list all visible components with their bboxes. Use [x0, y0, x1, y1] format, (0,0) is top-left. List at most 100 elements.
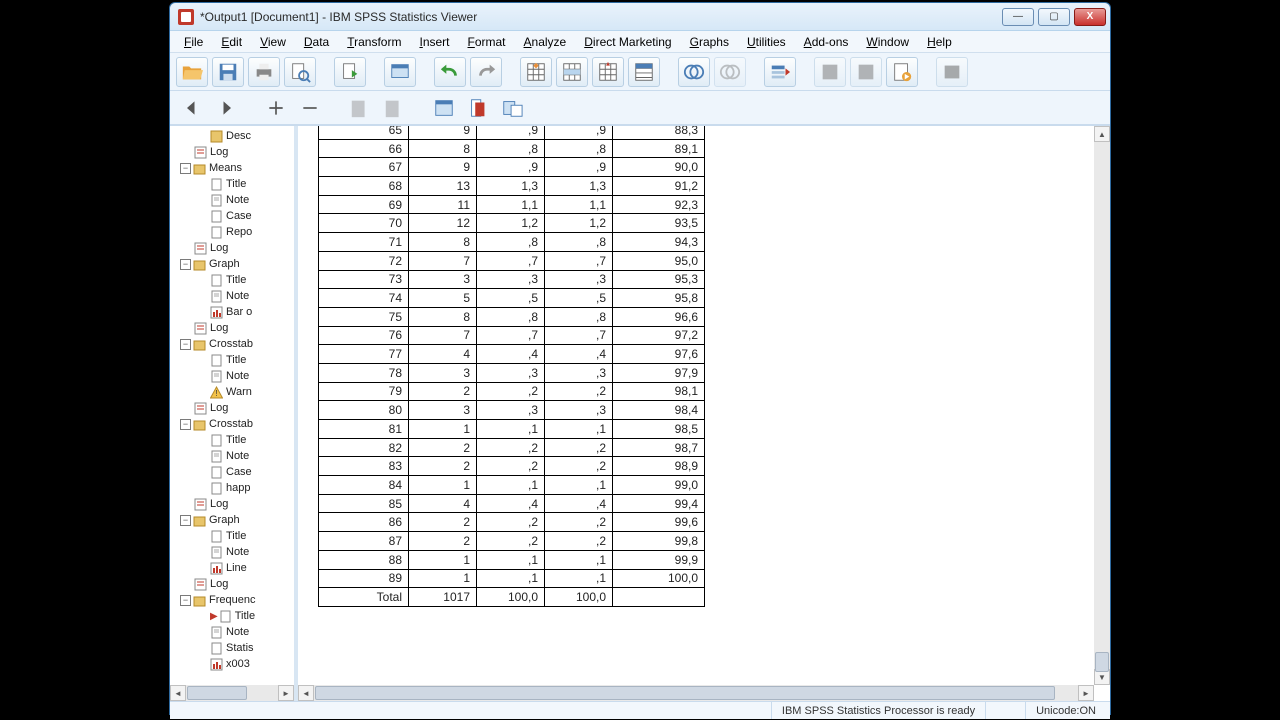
insert-text-button[interactable] — [850, 57, 882, 87]
title-bar[interactable]: *Output1 [Document1] - IBM SPSS Statisti… — [170, 3, 1110, 31]
tree-item[interactable]: Note — [172, 368, 294, 384]
open-button[interactable] — [176, 57, 208, 87]
tree-twist-icon[interactable]: − — [180, 259, 191, 270]
goto-case-button[interactable] — [556, 57, 588, 87]
insert-button[interactable] — [498, 95, 526, 121]
tree-item[interactable]: ▶Title — [172, 608, 294, 624]
select-last-button[interactable] — [714, 57, 746, 87]
output-hscrollbar[interactable]: ◄ ► — [298, 685, 1094, 701]
tree-item[interactable]: −Crosstab — [172, 336, 294, 352]
tree-twist-icon[interactable]: − — [180, 595, 191, 606]
table-row: 718,8,894,3 — [319, 233, 705, 252]
menu-view[interactable]: View — [252, 33, 294, 51]
menu-window[interactable]: Window — [858, 33, 917, 51]
insert-title-button[interactable] — [814, 57, 846, 87]
expand-button[interactable] — [346, 95, 374, 121]
tree-item[interactable]: Note — [172, 624, 294, 640]
tree-item[interactable]: Title — [172, 528, 294, 544]
print-button[interactable] — [248, 57, 280, 87]
back-button[interactable] — [178, 95, 206, 121]
designate-window-button[interactable] — [936, 57, 968, 87]
tree-item[interactable]: Log — [172, 320, 294, 336]
tree-item[interactable]: Log — [172, 240, 294, 256]
minimize-button[interactable]: — — [1002, 8, 1034, 26]
tree-item[interactable]: −Graph — [172, 256, 294, 272]
tree-item[interactable]: Note — [172, 192, 294, 208]
menu-analyze[interactable]: Analyze — [516, 33, 575, 51]
tree-item[interactable]: Note — [172, 544, 294, 560]
tree-item[interactable]: Title — [172, 272, 294, 288]
outline-pane[interactable]: DescLog−MeansTitleNoteCaseRepoLog−GraphT… — [170, 126, 298, 701]
recall-dialog-button[interactable] — [384, 57, 416, 87]
demote-button[interactable] — [296, 95, 324, 121]
redo-button[interactable] — [470, 57, 502, 87]
tree-item[interactable]: Log — [172, 576, 294, 592]
menu-utilities[interactable]: Utilities — [739, 33, 794, 51]
tree-twist-icon[interactable]: − — [180, 163, 191, 174]
tree-item[interactable]: !Warn — [172, 384, 294, 400]
tree-item[interactable]: Log — [172, 496, 294, 512]
tree-twist-icon[interactable]: − — [180, 419, 191, 430]
tree-item[interactable]: Case — [172, 464, 294, 480]
tree-item[interactable]: Statis — [172, 640, 294, 656]
select-button[interactable] — [678, 57, 710, 87]
tree-item[interactable]: −Graph — [172, 512, 294, 528]
scroll-up-button[interactable]: ▲ — [1094, 126, 1110, 142]
scroll-right-button[interactable]: ► — [1078, 685, 1094, 701]
tree-item[interactable]: Note — [172, 288, 294, 304]
tree-item[interactable]: Title — [172, 176, 294, 192]
goto-data-button[interactable] — [520, 57, 552, 87]
tree-item[interactable]: Case — [172, 208, 294, 224]
output-pane[interactable]: 659,9,988,3668,8,889,1679,9,990,068131,3… — [298, 126, 1110, 701]
menu-help[interactable]: Help — [919, 33, 960, 51]
save-button[interactable] — [212, 57, 244, 87]
outline-hscrollbar[interactable]: ◄ ► — [170, 685, 294, 701]
forward-button[interactable] — [212, 95, 240, 121]
tree-item[interactable]: x003 — [172, 656, 294, 672]
menu-insert[interactable]: Insert — [411, 33, 457, 51]
tree-item[interactable]: Note — [172, 448, 294, 464]
tree-item[interactable]: Repo — [172, 224, 294, 240]
menu-add-ons[interactable]: Add-ons — [796, 33, 857, 51]
scroll-left-button[interactable]: ◄ — [298, 685, 314, 701]
maximize-button[interactable]: ▢ — [1038, 8, 1070, 26]
tree-item[interactable]: Title — [172, 432, 294, 448]
cell-value: ,2 — [545, 459, 612, 473]
tree-item[interactable]: Title — [172, 352, 294, 368]
menu-file[interactable]: File — [176, 33, 211, 51]
tree-twist-icon[interactable]: − — [180, 339, 191, 350]
tree-item[interactable]: Line — [172, 560, 294, 576]
output-vscrollbar[interactable]: ▲ ▼ — [1094, 126, 1110, 685]
menu-format[interactable]: Format — [460, 33, 514, 51]
promote-button[interactable] — [262, 95, 290, 121]
menu-graphs[interactable]: Graphs — [682, 33, 737, 51]
tree-twist-icon[interactable]: − — [180, 515, 191, 526]
tree-item[interactable]: Desc — [172, 128, 294, 144]
insert-heading-button[interactable] — [764, 57, 796, 87]
tree-item[interactable]: −Frequenc — [172, 592, 294, 608]
tree-item[interactable]: −Means — [172, 160, 294, 176]
tree-item[interactable]: Log — [172, 144, 294, 160]
tree-item[interactable]: Log — [172, 400, 294, 416]
tree-item[interactable]: −Crosstab — [172, 416, 294, 432]
export-button[interactable] — [334, 57, 366, 87]
collapse-button[interactable] — [380, 95, 408, 121]
tree-item[interactable]: happ — [172, 480, 294, 496]
show-button[interactable] — [430, 95, 458, 121]
tree-item[interactable]: Bar o — [172, 304, 294, 320]
run-script-button[interactable] — [886, 57, 918, 87]
menu-direct-marketing[interactable]: Direct Marketing — [576, 33, 679, 51]
scroll-right-button[interactable]: ► — [278, 685, 294, 701]
close-button[interactable]: X — [1074, 8, 1106, 26]
hide-button[interactable] — [464, 95, 492, 121]
print-preview-button[interactable] — [284, 57, 316, 87]
tree-folder-icon — [193, 418, 206, 431]
menu-edit[interactable]: Edit — [213, 33, 250, 51]
variables-button[interactable] — [628, 57, 660, 87]
scroll-left-button[interactable]: ◄ — [170, 685, 186, 701]
menu-transform[interactable]: Transform — [339, 33, 409, 51]
undo-button[interactable] — [434, 57, 466, 87]
tree-chart-icon — [210, 562, 223, 575]
goto-variable-button[interactable] — [592, 57, 624, 87]
menu-data[interactable]: Data — [296, 33, 337, 51]
